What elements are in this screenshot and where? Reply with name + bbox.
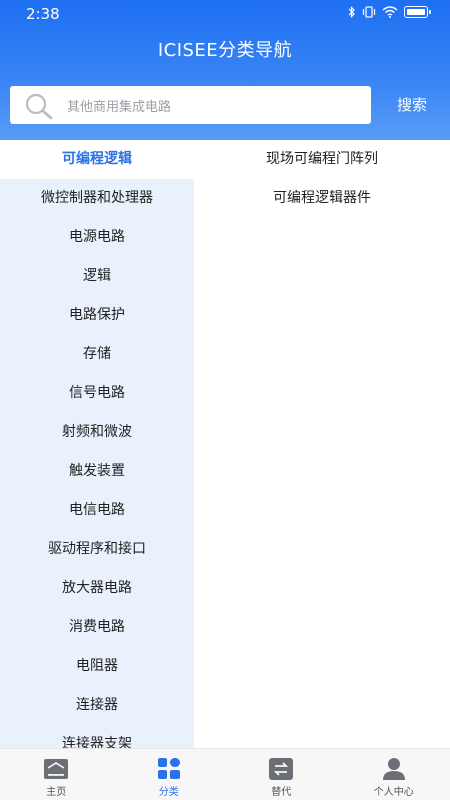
category-item-connector-brackets[interactable]: 连接器支架 (0, 725, 194, 748)
tab-home-label: 主页 (46, 787, 67, 798)
category-item-microcontrollers[interactable]: 微控制器和处理器 (0, 179, 194, 218)
category-item-telecom-circuits[interactable]: 电信电路 (0, 491, 194, 530)
swap-icon (268, 757, 294, 781)
category-item-drivers-interfaces[interactable]: 驱动程序和接口 (0, 530, 194, 569)
header: 2:38 ICISEE分类导航 其他商用集成电路 搜索 (0, 0, 450, 140)
category-item-signal-circuits[interactable]: 信号电路 (0, 374, 194, 413)
wifi-icon (382, 6, 398, 18)
category-item-programmable-logic[interactable]: 可编程逻辑 (0, 140, 194, 179)
search-input[interactable]: 其他商用集成电路 (10, 86, 371, 124)
tab-category[interactable]: 分类 (113, 749, 226, 800)
tab-home[interactable]: 主页 (0, 749, 113, 800)
category-item-resistors[interactable]: 电阻器 (0, 647, 194, 686)
status-bar: 2:38 (0, 0, 450, 26)
bluetooth-icon (348, 6, 356, 18)
tab-alternative-label: 替代 (271, 787, 292, 798)
status-time: 2:38 (26, 5, 60, 23)
tab-category-label: 分类 (158, 787, 179, 798)
search-icon (24, 92, 54, 120)
category-content: 可编程逻辑 微控制器和处理器 电源电路 逻辑 电路保护 存储 信号电路 射频和微… (0, 140, 450, 748)
subcategory-list: 现场可编程门阵列 可编程逻辑器件 (194, 140, 450, 748)
tab-profile-label: 个人中心 (373, 787, 414, 798)
page-title: ICISEE分类导航 (157, 40, 293, 61)
search-button[interactable]: 搜索 (384, 92, 440, 118)
vibrate-icon (362, 6, 376, 18)
category-item-memory[interactable]: 存储 (0, 335, 194, 374)
status-icons (348, 6, 431, 18)
category-item-logic[interactable]: 逻辑 (0, 257, 194, 296)
tab-alternative[interactable]: 替代 (225, 749, 338, 800)
user-icon (381, 757, 407, 781)
bottom-tab-bar: 主页 分类 替代 个人中心 (0, 748, 450, 800)
subcategory-item-pld[interactable]: 可编程逻辑器件 (194, 179, 450, 218)
category-item-amplifier-circuits[interactable]: 放大器电路 (0, 569, 194, 608)
category-item-trigger-devices[interactable]: 触发装置 (0, 452, 194, 491)
category-list: 可编程逻辑 微控制器和处理器 电源电路 逻辑 电路保护 存储 信号电路 射频和微… (0, 140, 194, 748)
category-item-consumer-circuits[interactable]: 消费电路 (0, 608, 194, 647)
search-placeholder: 其他商用集成电路 (67, 100, 172, 115)
category-item-rf-microwave[interactable]: 射频和微波 (0, 413, 194, 452)
category-item-connectors[interactable]: 连接器 (0, 686, 194, 725)
category-icon (156, 757, 182, 781)
battery-icon (404, 6, 431, 18)
home-icon (43, 757, 69, 781)
category-item-power-circuits[interactable]: 电源电路 (0, 218, 194, 257)
tab-profile[interactable]: 个人中心 (338, 749, 450, 800)
category-item-circuit-protection[interactable]: 电路保护 (0, 296, 194, 335)
subcategory-item-fpga[interactable]: 现场可编程门阵列 (194, 140, 450, 179)
